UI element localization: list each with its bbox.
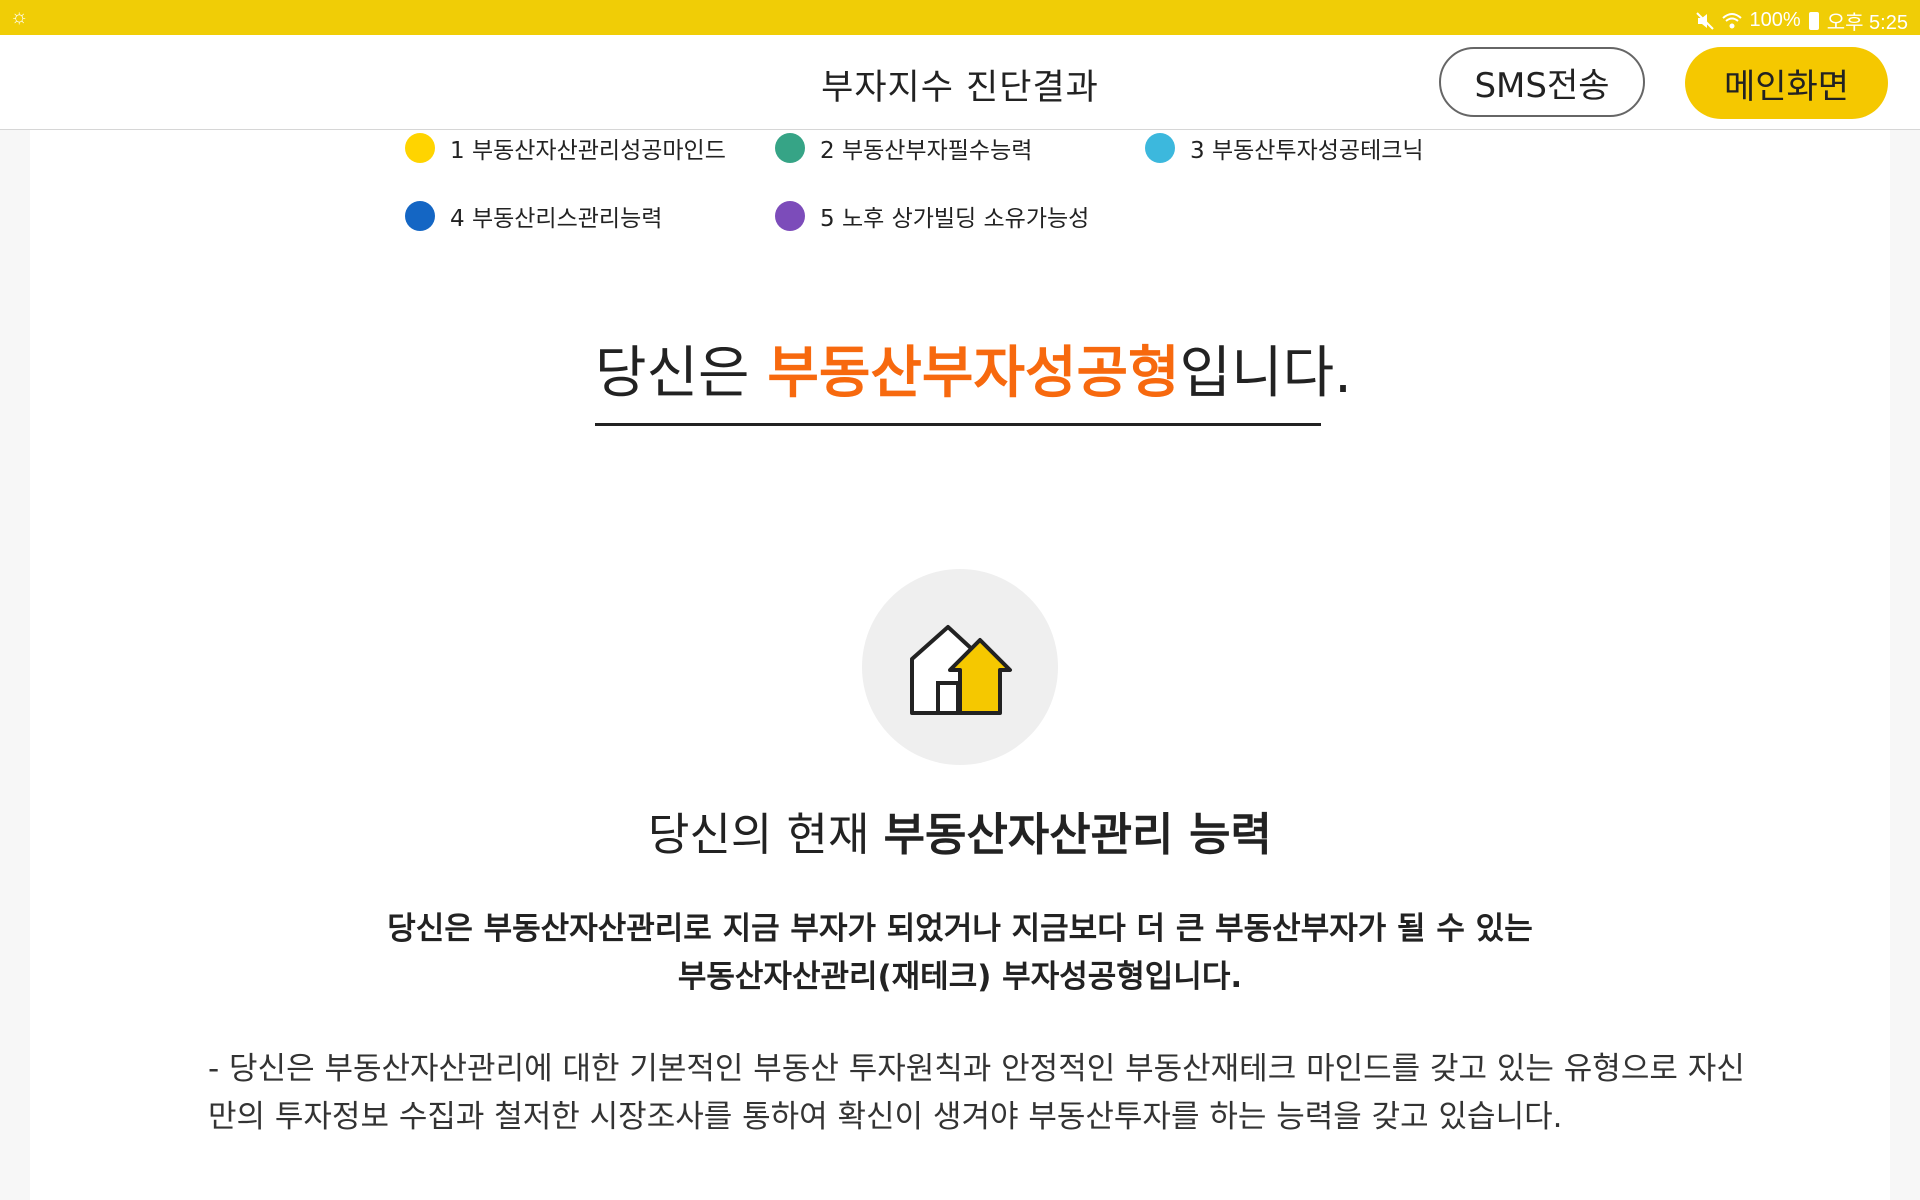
ability-name: 부동산자산관리 능력 bbox=[883, 808, 1272, 861]
result-headline: 당신은 부동산부자성공형입니다. bbox=[595, 328, 1352, 426]
legend-label: 1 부동산자산관리성공마인드 bbox=[450, 138, 726, 164]
summary: 당신은 부동산자산관리로 지금 부자가 되었거나 지금보다 더 큰 부동산부자가… bbox=[30, 905, 1890, 1001]
legend-dot bbox=[405, 133, 435, 163]
headline-suffix: 입니다. bbox=[1179, 341, 1352, 406]
legend-item-4: 4 부동산리스관리능력 bbox=[405, 199, 662, 233]
house-arrow-up-icon bbox=[910, 625, 1012, 715]
app-header: 부자지수 진단결과 SMS전송 메인화면 bbox=[0, 35, 1920, 130]
result-type: 부동산부자성공형 bbox=[767, 341, 1180, 406]
legend-label: 5 노후 상가빌딩 소유가능성 bbox=[820, 206, 1090, 232]
sun-icon: ☼ bbox=[10, 6, 29, 28]
legend-item-5: 5 노후 상가빌딩 소유가능성 bbox=[775, 199, 1089, 233]
legend-item-2: 2 부동산부자필수능력 bbox=[775, 131, 1032, 165]
ability-icon-circle bbox=[862, 569, 1058, 765]
status-bar: ☼ 100% 오후 5:25 bbox=[0, 0, 1920, 35]
legend-dot bbox=[1145, 133, 1175, 163]
status-right: 100% 오후 5:25 bbox=[1695, 6, 1908, 35]
legend-label: 4 부동산리스관리능력 bbox=[450, 206, 663, 232]
legend-dot bbox=[775, 133, 805, 163]
summary-line-1: 당신은 부동산자산관리로 지금 부자가 되었거나 지금보다 더 큰 부동산부자가… bbox=[387, 911, 1533, 947]
sms-send-button[interactable]: SMS전송 bbox=[1439, 47, 1645, 117]
description-paragraph-1: - 당신은 부동산자산관리에 대한 기본적인 부동산 투자원칙과 안정적인 부동… bbox=[208, 1051, 1745, 1135]
wifi-icon bbox=[1721, 12, 1742, 28]
legend-label: 3 부동산투자성공테크닉 bbox=[1190, 138, 1424, 164]
legend-dot bbox=[405, 201, 435, 231]
legend-item-1: 1 부동산자산관리성공마인드 bbox=[405, 131, 726, 165]
result-card: 1 부동산자산관리성공마인드 2 부동산부자필수능력 3 부동산투자성공테크닉 … bbox=[30, 130, 1890, 1200]
clock: 오후 5:25 bbox=[1826, 12, 1908, 34]
headline-prefix: 당신은 bbox=[595, 341, 768, 406]
legend-label: 2 부동산부자필수능력 bbox=[820, 138, 1033, 164]
ability-prefix: 당신의 현재 bbox=[648, 808, 884, 861]
main-screen-button[interactable]: 메인화면 bbox=[1685, 47, 1888, 119]
ability-title: 당신의 현재 부동산자산관리 능력 bbox=[30, 798, 1890, 863]
battery-icon bbox=[1808, 11, 1819, 30]
legend-dot bbox=[775, 201, 805, 231]
mute-icon bbox=[1695, 11, 1714, 30]
battery-percent: 100% bbox=[1749, 9, 1801, 31]
summary-line-2: 부동산자산관리(재테크) 부자성공형입니다. bbox=[677, 959, 1243, 995]
legend-item-3: 3 부동산투자성공테크닉 bbox=[1145, 131, 1424, 165]
